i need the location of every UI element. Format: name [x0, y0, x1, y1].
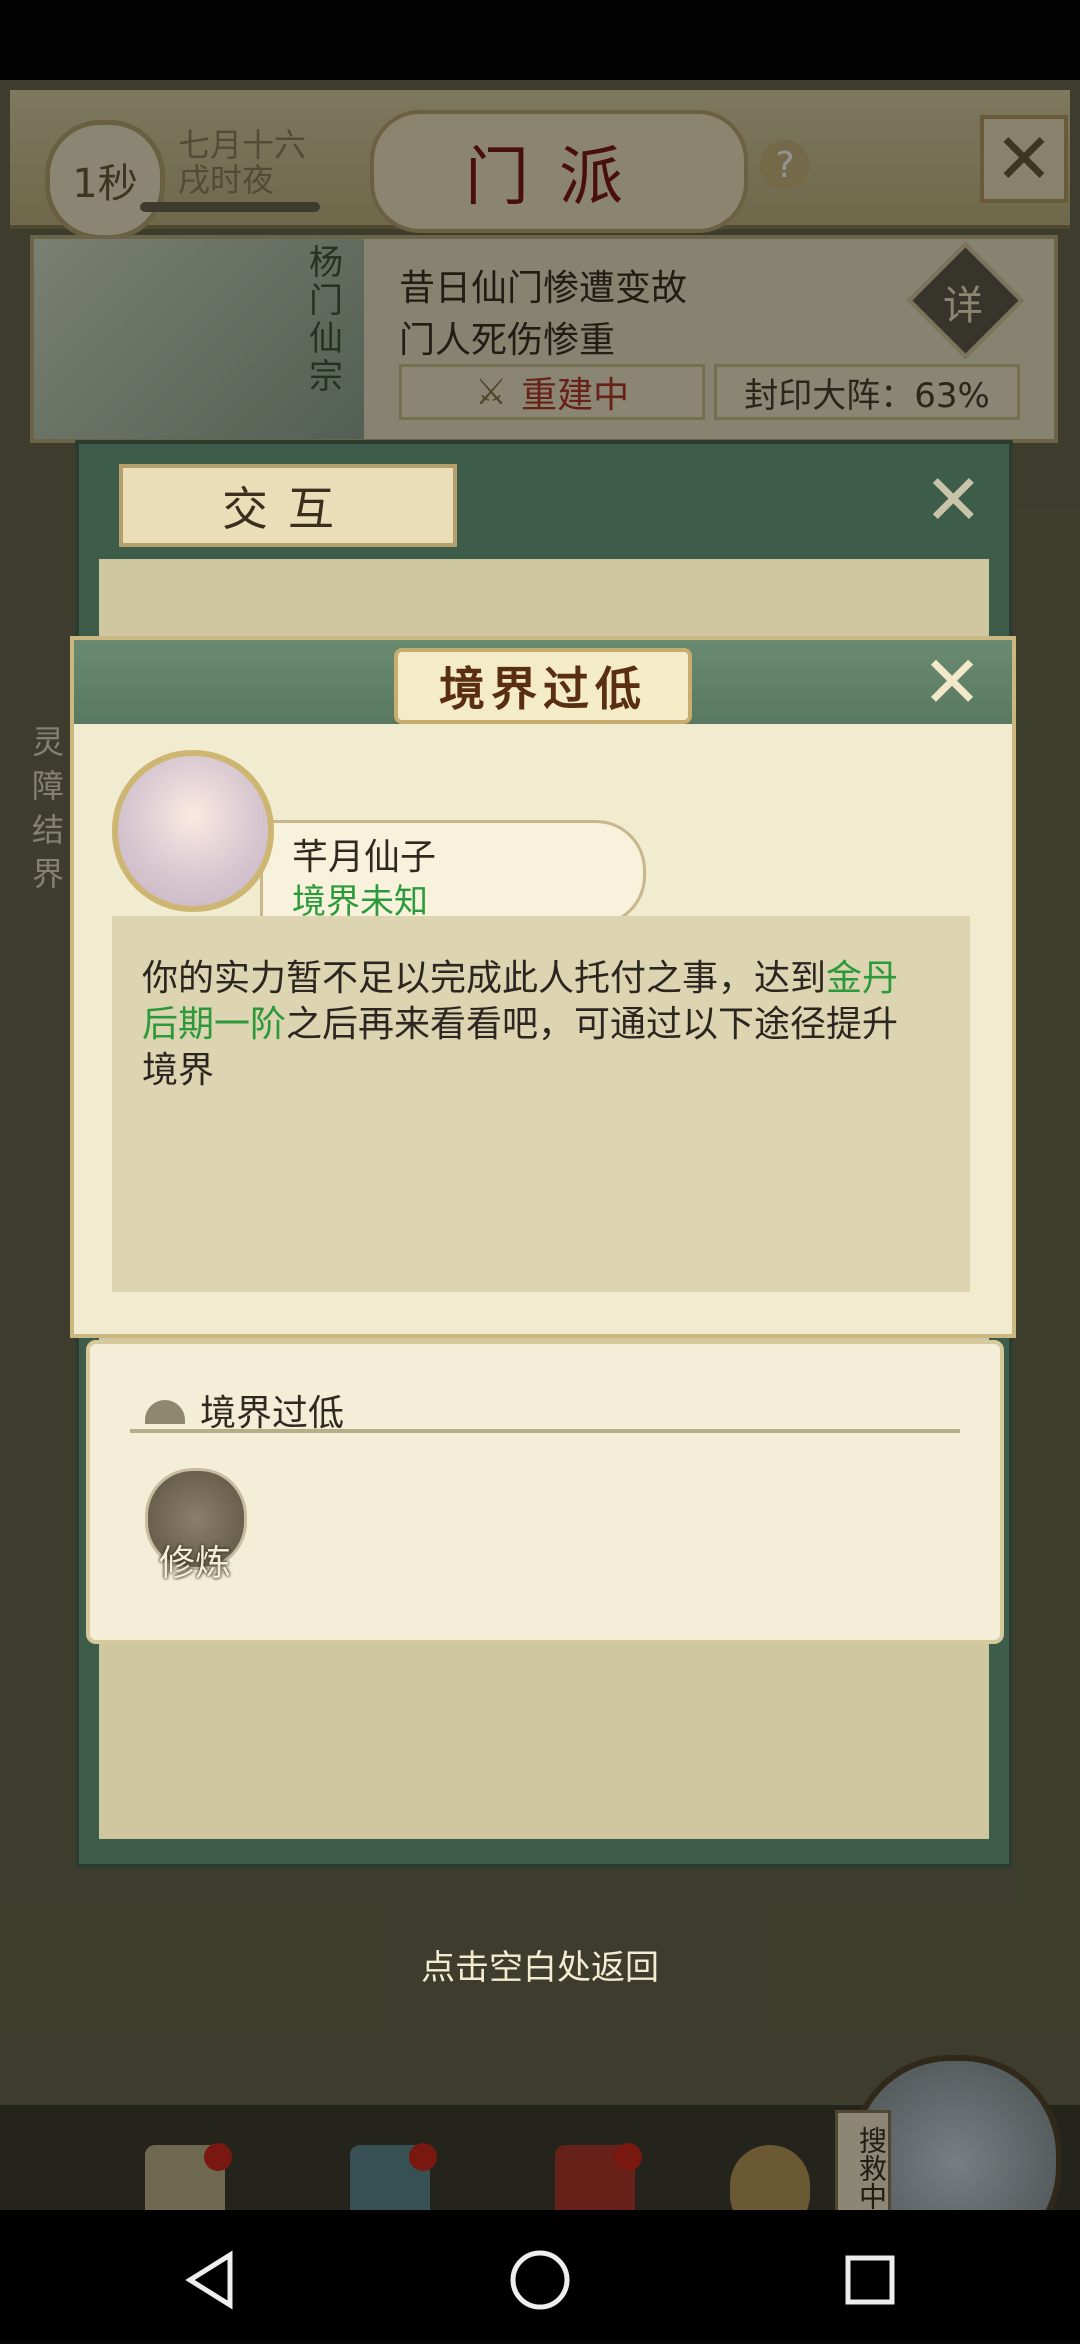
- interaction-panel-title: 交互: [119, 464, 457, 547]
- realm-too-low-dialog: 境界过低 ✕ 芊月仙子 境界未知 你的实力暂不足以完成此人托付之事，达到金丹后期…: [70, 636, 1016, 1338]
- message-box: 你的实力暂不足以完成此人托付之事，达到金丹后期一阶之后再来看看吧，可通过以下途径…: [112, 916, 970, 1292]
- section-divider: [130, 1429, 960, 1433]
- tap-to-return-hint: 点击空白处返回: [421, 1948, 659, 1988]
- dialog-title: 境界过低: [394, 648, 692, 724]
- npc-name: 芊月仙子: [292, 837, 437, 878]
- recents-icon[interactable]: [780, 2210, 960, 2340]
- section-marker-icon: [145, 1400, 185, 1424]
- close-icon[interactable]: ✕: [924, 459, 983, 541]
- home-icon[interactable]: [450, 2210, 630, 2340]
- back-icon[interactable]: [120, 2210, 300, 2340]
- system-nav-bar: [0, 2210, 1080, 2340]
- cultivate-label: 修炼: [158, 1543, 231, 1584]
- dialog-message: 你的实力暂不足以完成此人托付之事，达到金丹后期一阶之后再来看看吧，可通过以下途径…: [142, 956, 932, 1094]
- upgrade-paths-card: 境界过低 修炼: [86, 1340, 1004, 1644]
- npc-avatar: [112, 750, 274, 912]
- close-icon[interactable]: ✕: [914, 640, 990, 724]
- message-text: 你的实力暂不足以完成此人托付之事，达到: [142, 958, 827, 999]
